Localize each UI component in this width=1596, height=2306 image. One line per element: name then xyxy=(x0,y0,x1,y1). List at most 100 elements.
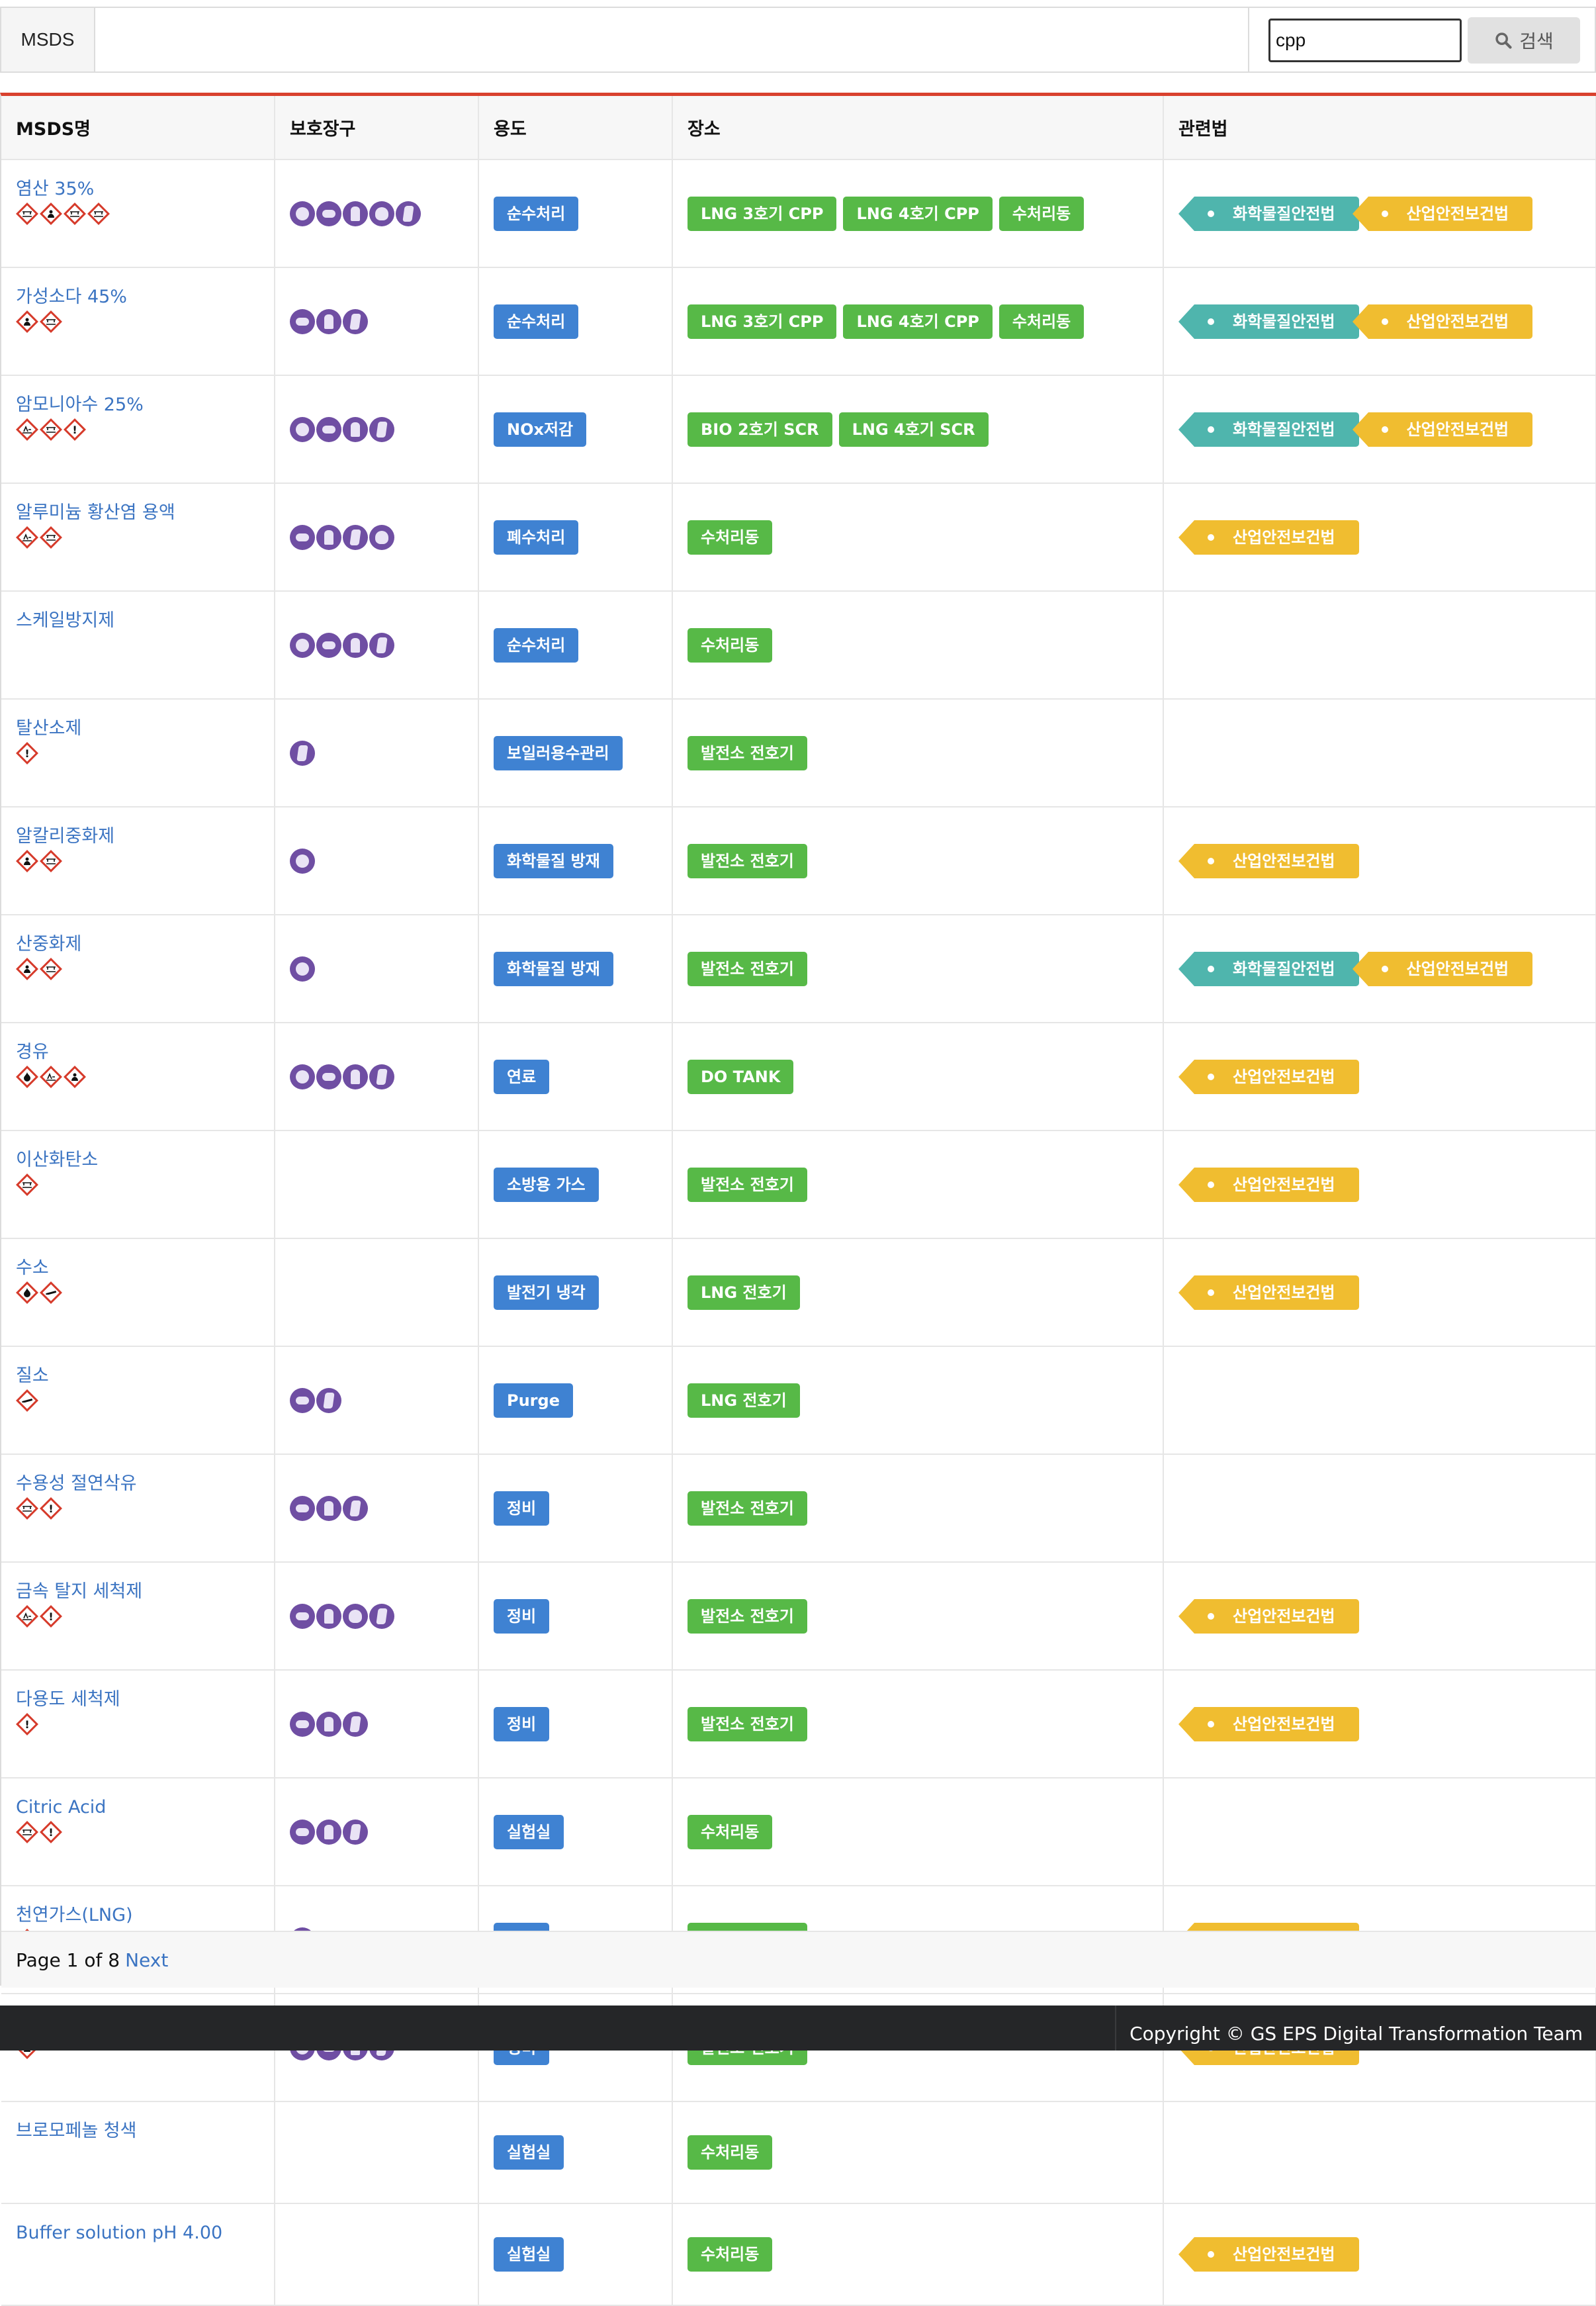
location-tag[interactable]: 수처리동 xyxy=(687,2237,773,2272)
location-tag[interactable]: 수처리동 xyxy=(687,1814,773,1849)
msds-name-link[interactable]: 금속 탈지 세척제 xyxy=(16,1581,259,1602)
msds-name-link[interactable]: 수소 xyxy=(16,1258,259,1279)
use-tag[interactable]: 순수처리 xyxy=(494,196,579,231)
brand-label[interactable]: MSDS xyxy=(1,8,95,71)
use-cell: 순수처리 xyxy=(478,591,673,700)
ppe-cell xyxy=(275,915,479,1023)
msds-name-link[interactable]: 알루미늄 황산염 용액 xyxy=(16,502,259,524)
msds-name-link[interactable]: 이산화탄소 xyxy=(16,1150,259,1171)
ghs-environment-icon xyxy=(16,418,38,441)
msds-name-link[interactable]: 가성소다 45% xyxy=(16,287,259,308)
location-tag[interactable]: LNG 전호기 xyxy=(687,1275,800,1310)
use-tag[interactable]: NOx저감 xyxy=(494,412,587,447)
use-tag[interactable]: 실험실 xyxy=(494,1814,564,1849)
law-tag[interactable]: 산업안전보건법 xyxy=(1178,2237,1359,2272)
msds-name-link[interactable]: 염산 35% xyxy=(16,179,259,200)
name-cell: 수용성 절연삭유! xyxy=(1,1454,275,1563)
ppe-mask-icon xyxy=(343,1603,368,1629)
use-tag[interactable]: 화학물질 방재 xyxy=(494,843,613,878)
location-tag[interactable]: 발전소 전호기 xyxy=(687,1598,807,1634)
msds-name-link[interactable]: 수용성 절연삭유 xyxy=(16,1473,259,1495)
law-tag[interactable]: 화학물질안전법 xyxy=(1178,196,1359,231)
msds-name-link[interactable]: 경유 xyxy=(16,1042,259,1063)
location-tag[interactable]: 발전소 전호기 xyxy=(687,1491,807,1526)
location-tag[interactable]: 수처리동 xyxy=(687,627,773,663)
use-tag[interactable]: 정비 xyxy=(494,1706,550,1741)
use-tag[interactable]: 보일러용수관리 xyxy=(494,735,623,770)
law-tag[interactable]: 산업안전보건법 xyxy=(1352,412,1533,447)
law-tag[interactable]: 화학물질안전법 xyxy=(1178,951,1359,986)
location-tag[interactable]: 발전소 전호기 xyxy=(687,735,807,770)
use-tag[interactable]: 소방용 가스 xyxy=(494,1167,599,1202)
use-tag[interactable]: 화학물질 방재 xyxy=(494,951,613,986)
location-tag[interactable]: LNG 4호기 SCR xyxy=(838,412,989,447)
ppe-face-icon xyxy=(290,1064,315,1089)
law-tag[interactable]: 산업안전보건법 xyxy=(1178,520,1359,555)
law-tag[interactable]: 산업안전보건법 xyxy=(1178,1275,1359,1310)
law-tag[interactable]: 산업안전보건법 xyxy=(1178,1167,1359,1202)
location-tag[interactable]: LNG 전호기 xyxy=(687,1383,800,1418)
footer: Copyright © GS EPS Digital Transformatio… xyxy=(0,2006,1596,2051)
law-tag[interactable]: 산업안전보건법 xyxy=(1178,1706,1359,1741)
search-input[interactable] xyxy=(1268,19,1462,62)
next-page-link[interactable]: Next xyxy=(125,1949,168,1971)
use-cell: 실험실 xyxy=(478,1778,673,1886)
location-tag[interactable]: LNG 3호기 CPP xyxy=(687,196,837,231)
ppe-glove-icon xyxy=(343,1064,368,1089)
msds-name-link[interactable]: 암모니아수 25% xyxy=(16,394,259,416)
use-tag[interactable]: 실험실 xyxy=(494,2237,564,2272)
law-cell xyxy=(1163,2101,1596,2204)
msds-name-link[interactable]: 탈산소제 xyxy=(16,718,259,739)
location-tag[interactable]: 발전소 전호기 xyxy=(687,1167,807,1202)
location-tag[interactable]: 발전소 전호기 xyxy=(687,843,807,878)
law-tag[interactable]: 산업안전보건법 xyxy=(1352,951,1533,986)
location-tag[interactable]: 발전소 전호기 xyxy=(687,951,807,986)
ppe-goggle-icon xyxy=(290,524,315,550)
law-tag[interactable]: 산업안전보건법 xyxy=(1352,304,1533,339)
location-tag[interactable]: 수처리동 xyxy=(687,520,773,555)
ghs-corrosion-icon xyxy=(40,850,62,872)
law-tag[interactable]: 산업안전보건법 xyxy=(1178,1598,1359,1634)
use-cell: 실험실 xyxy=(478,2101,673,2204)
law-tag[interactable]: 산업안전보건법 xyxy=(1178,843,1359,878)
msds-name-link[interactable]: 스케일방지제 xyxy=(16,610,259,631)
use-tag[interactable]: Purge xyxy=(494,1383,573,1418)
use-tag[interactable]: 순수처리 xyxy=(494,627,579,663)
msds-name-link[interactable]: 질소 xyxy=(16,1365,259,1387)
location-tag[interactable]: BIO 2호기 SCR xyxy=(687,412,832,447)
law-tag[interactable]: 산업안전보건법 xyxy=(1178,1059,1359,1094)
msds-name-link[interactable]: 알칼리중화제 xyxy=(16,826,259,847)
msds-name-link[interactable]: 산중화제 xyxy=(16,934,259,955)
ppe-cell xyxy=(275,699,479,807)
table-row: 탈산소제! 보일러용수관리 발전소 전호기 xyxy=(1,699,1596,807)
use-cell: Purge xyxy=(478,1346,673,1455)
msds-name-link[interactable]: Citric Acid xyxy=(16,1797,259,1818)
search-button[interactable]: 검색 xyxy=(1468,17,1580,64)
msds-name-link[interactable]: 천연가스(LNG) xyxy=(16,1905,259,1926)
use-tag[interactable]: 정비 xyxy=(494,1491,550,1526)
msds-name-link[interactable]: 브로모페놀 청색 xyxy=(16,2121,259,2142)
ghs-pictograms: ! xyxy=(16,418,259,441)
use-tag[interactable]: 발전기 냉각 xyxy=(494,1275,599,1310)
location-tag[interactable]: LNG 3호기 CPP xyxy=(687,304,837,339)
ppe-glove-icon xyxy=(316,524,341,550)
location-tag[interactable]: DO TANK xyxy=(687,1059,794,1094)
use-tag[interactable]: 실험실 xyxy=(494,2135,564,2170)
location-tag[interactable]: LNG 4호기 CPP xyxy=(843,196,993,231)
use-tag[interactable]: 연료 xyxy=(494,1059,550,1094)
use-tag[interactable]: 정비 xyxy=(494,1598,550,1634)
column-header-location: 장소 xyxy=(672,96,1164,160)
law-tag[interactable]: 화학물질안전법 xyxy=(1178,304,1359,339)
msds-name-link[interactable]: Buffer solution pH 4.00 xyxy=(16,2223,259,2244)
law-tag[interactable]: 화학물질안전법 xyxy=(1178,412,1359,447)
location-tag[interactable]: LNG 4호기 CPP xyxy=(843,304,993,339)
msds-name-link[interactable]: 다용도 세척제 xyxy=(16,1689,259,1710)
location-tag[interactable]: 발전소 전호기 xyxy=(687,1706,807,1741)
law-tag[interactable]: 산업안전보건법 xyxy=(1352,196,1533,231)
name-cell: 암모니아수 25%! xyxy=(1,375,275,484)
location-tag[interactable]: 수처리동 xyxy=(687,2135,773,2170)
location-tag[interactable]: 수처리동 xyxy=(998,304,1085,339)
use-tag[interactable]: 순수처리 xyxy=(494,304,579,339)
location-tag[interactable]: 수처리동 xyxy=(998,196,1085,231)
use-tag[interactable]: 폐수처리 xyxy=(494,520,579,555)
